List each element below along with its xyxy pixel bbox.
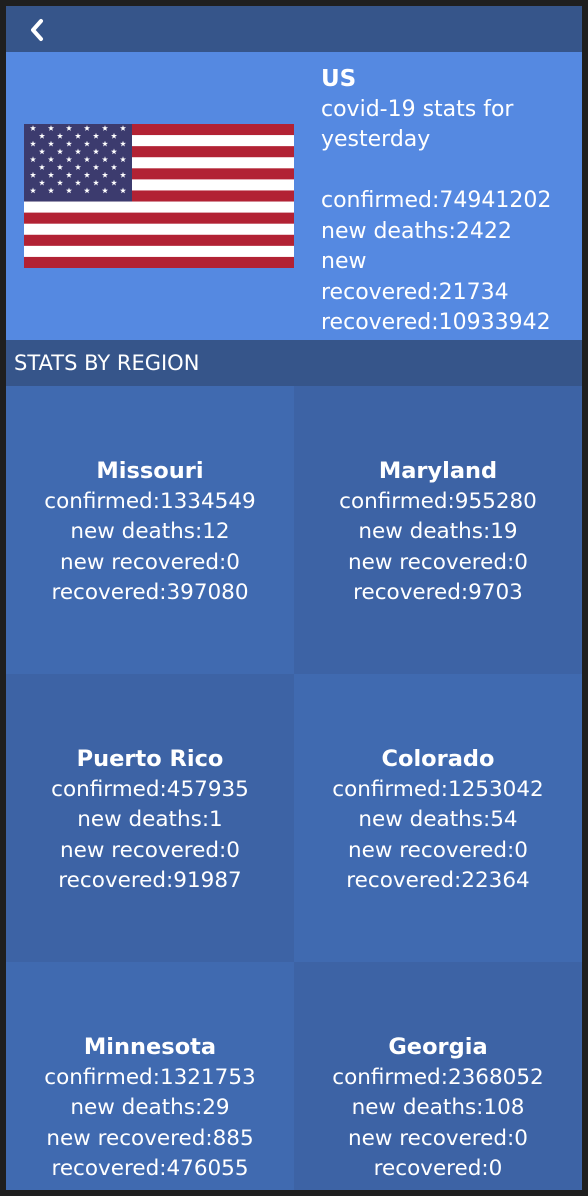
region-new-deaths: new deaths:12 (70, 519, 230, 544)
country-confirmed: confirmed:74941202 (321, 188, 552, 213)
region-recovered: recovered:0 (373, 1156, 503, 1181)
country-subtitle-line2: yesterday (321, 127, 431, 152)
region-confirmed: confirmed:2368052 (332, 1064, 544, 1090)
region-name: Georgia (388, 1034, 488, 1060)
region-new-recovered: new recovered:0 (348, 1125, 528, 1151)
region-new-deaths: new deaths:19 (358, 519, 518, 544)
region-confirmed: confirmed:955280 (339, 488, 537, 514)
country-recovered: recovered:10933942 (321, 310, 551, 335)
region-name: Maryland (378, 458, 498, 484)
region-tile-colorado[interactable]: Colorado confirmed:1253042 new deaths:54… (294, 674, 582, 962)
country-summary: US covid-19 stats for yesterday confirme… (6, 52, 582, 340)
top-app-bar (6, 6, 582, 52)
region-new-deaths: new deaths:54 (358, 807, 518, 832)
region-recovered: recovered:397080 (51, 580, 249, 605)
region-recovered: recovered:476055 (51, 1156, 249, 1181)
region-new-recovered: new recovered:0 (60, 837, 240, 863)
chevron-left-icon (31, 19, 43, 41)
back-button[interactable] (22, 15, 52, 45)
region-new-deaths: new deaths:1 (77, 807, 223, 832)
region-confirmed: confirmed:1253042 (332, 776, 544, 802)
region-grid: Missouri confirmed:1334549 new deaths:12… (6, 386, 582, 1190)
region-new-deaths: new deaths:29 (70, 1095, 230, 1120)
region-recovered: recovered:22364 (346, 868, 530, 893)
region-tile-missouri[interactable]: Missouri confirmed:1334549 new deaths:12… (6, 386, 294, 674)
country-new-recovered-label: new (321, 249, 367, 274)
region-name: Missouri (96, 458, 204, 484)
region-new-recovered: new recovered:0 (348, 549, 528, 575)
country-subtitle: covid-19 stats for (321, 96, 514, 122)
region-name: Puerto Rico (76, 746, 224, 772)
region-new-recovered: new recovered:0 (60, 549, 240, 575)
us-flag-icon (24, 124, 294, 268)
region-tile-minnesota[interactable]: Minnesota confirmed:1321753 new deaths:2… (6, 962, 294, 1190)
region-tile-maryland[interactable]: Maryland confirmed:955280 new deaths:19 … (294, 386, 582, 674)
region-name: Minnesota (83, 1034, 217, 1060)
section-title: STATS BY REGION (6, 340, 582, 386)
region-recovered: recovered:91987 (58, 868, 242, 893)
region-new-recovered: new recovered:0 (348, 837, 528, 863)
country-new-recovered: recovered:21734 (321, 279, 509, 305)
app-screen: US covid-19 stats for yesterday confirme… (6, 6, 582, 1190)
country-new-deaths: new deaths:2422 (321, 218, 512, 244)
region-confirmed: confirmed:1321753 (44, 1064, 256, 1090)
region-confirmed: confirmed:457935 (51, 776, 249, 802)
region-tile-georgia[interactable]: Georgia confirmed:2368052 new deaths:108… (294, 962, 582, 1190)
region-new-recovered: new recovered:885 (46, 1125, 254, 1151)
country-stats: US covid-19 stats for yesterday confirme… (321, 64, 579, 339)
region-new-deaths: new deaths:108 (351, 1095, 525, 1120)
region-confirmed: confirmed:1334549 (44, 488, 256, 514)
country-name: US (321, 66, 357, 92)
region-name: Colorado (381, 746, 495, 772)
region-recovered: recovered:9703 (353, 580, 523, 605)
region-tile-puerto-rico[interactable]: Puerto Rico confirmed:457935 new deaths:… (6, 674, 294, 962)
